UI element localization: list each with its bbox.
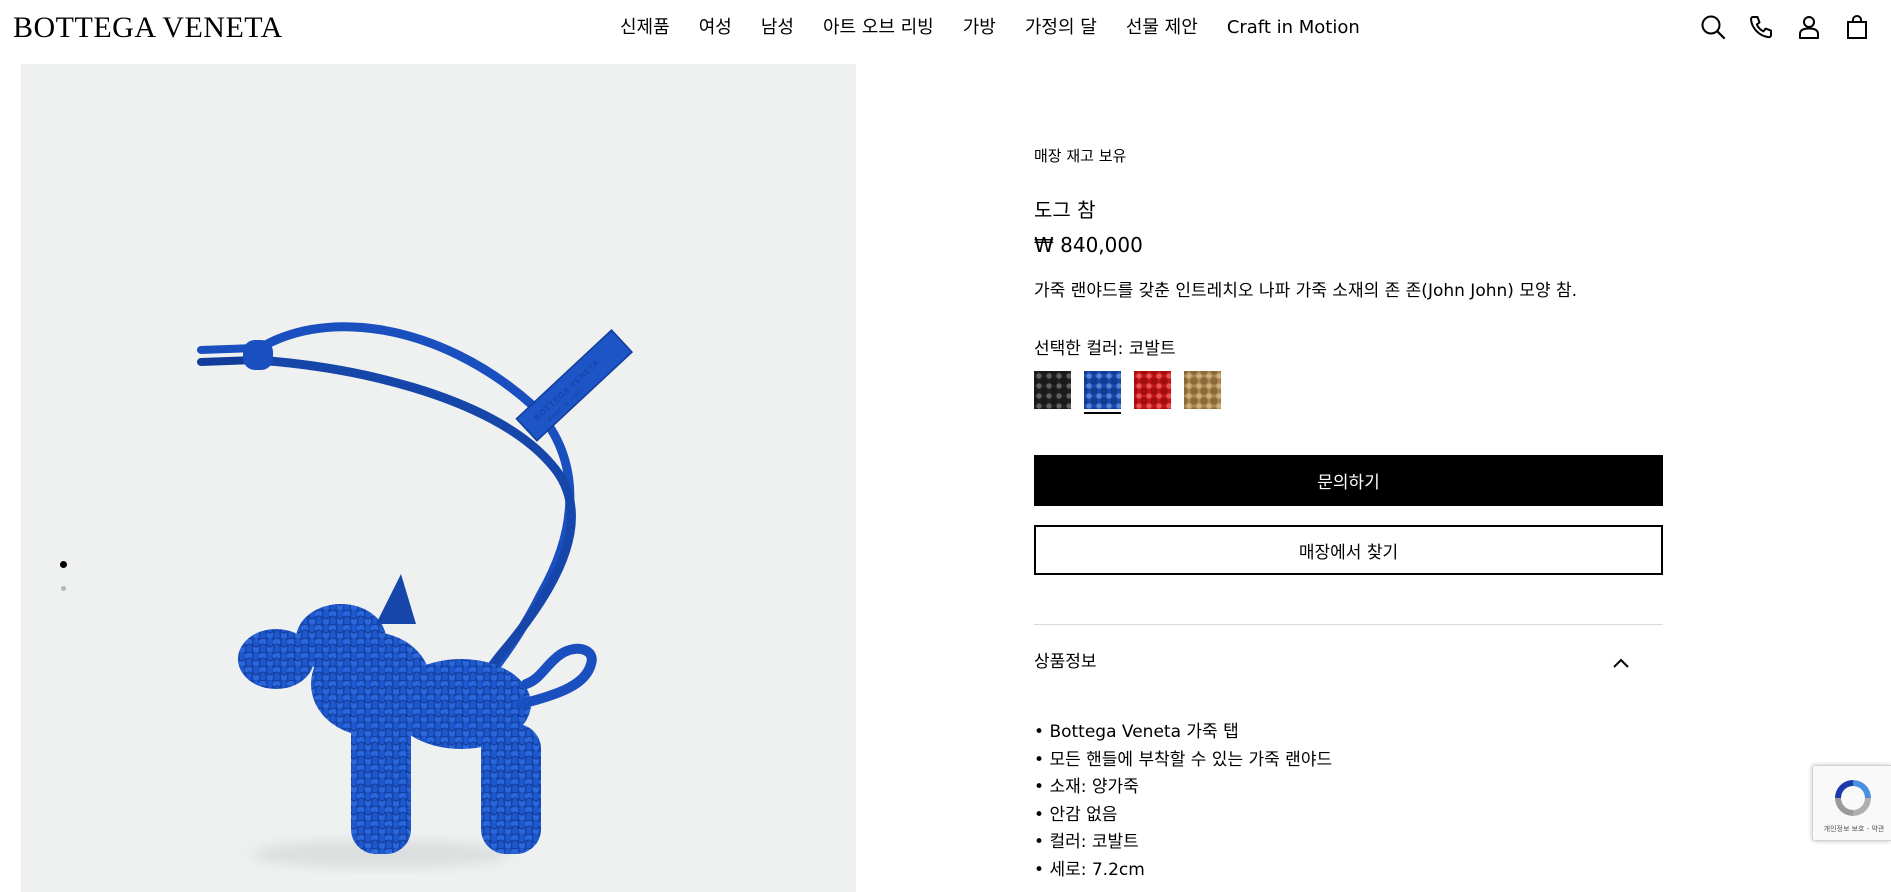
divider: [1034, 624, 1663, 625]
find-in-store-button[interactable]: 매장에서 찾기: [1034, 525, 1663, 575]
recaptcha-badge[interactable]: 개인정보 보호 - 약관: [1812, 765, 1891, 841]
list-item: 세로: 7.2cm: [1034, 857, 1332, 885]
list-item: Bottega Veneta 가죽 탭: [1034, 719, 1332, 747]
inquire-button[interactable]: 문의하기: [1034, 455, 1663, 506]
list-item: 컬러: 코발트: [1034, 829, 1332, 857]
recaptcha-text[interactable]: 개인정보 보호 - 약관: [1817, 824, 1891, 834]
chevron-up-icon[interactable]: [1610, 652, 1632, 674]
account-icon[interactable]: [1795, 13, 1823, 41]
product-title: 도그 참: [1034, 198, 1096, 222]
main-nav: 신제품 여성 남성 아트 오브 리빙 가방 가정의 달 선물 제안 Craft …: [620, 15, 1360, 41]
site-header: BOTTEGA VENETA 신제품 여성 남성 아트 오브 리빙 가방 가정의…: [0, 0, 1891, 56]
dog-charm-illustration: BOTTEGA VENETA MADE IN ITALY: [197, 322, 634, 868]
gallery-dot-active[interactable]: [60, 561, 67, 568]
product-details-list: Bottega Veneta 가죽 탭 모든 핸들에 부착할 수 있는 가죽 랜…: [1034, 719, 1332, 884]
selected-color-label: 선택한 컬러: 코발트: [1034, 339, 1176, 359]
accordion-title: 상품정보: [1034, 652, 1097, 672]
nav-item-craft-in-motion[interactable]: Craft in Motion: [1227, 15, 1360, 41]
recaptcha-icon: [1835, 780, 1871, 816]
shopping-bag-icon[interactable]: [1843, 13, 1871, 41]
product-price: ₩ 840,000: [1034, 233, 1143, 257]
brand-logo[interactable]: BOTTEGA VENETA: [13, 11, 283, 45]
nav-item-men[interactable]: 남성: [761, 15, 794, 41]
list-item: 소재: 양가죽: [1034, 774, 1332, 802]
nav-item-art-of-living[interactable]: 아트 오브 리빙: [823, 15, 934, 41]
product-description: 가죽 랜야드를 갖춘 인트레치오 나파 가죽 소재의 존 존(John John…: [1034, 281, 1578, 301]
color-swatches: [1034, 371, 1234, 416]
nav-item-gifts[interactable]: 선물 제안: [1126, 15, 1198, 41]
nav-item-new[interactable]: 신제품: [620, 15, 670, 41]
list-item: 안감 없음: [1034, 802, 1332, 830]
list-item: 모든 핸들에 부착할 수 있는 가죽 랜야드: [1034, 747, 1332, 775]
swatch-red[interactable]: [1134, 371, 1171, 409]
selected-swatch-indicator: [1084, 412, 1121, 414]
product-details-accordion[interactable]: 상품정보: [1034, 640, 1663, 684]
swatch-black[interactable]: [1034, 371, 1071, 409]
gallery-dot[interactable]: [61, 586, 66, 591]
product-image[interactable]: BOTTEGA VENETA MADE IN ITALY: [21, 64, 856, 892]
search-icon[interactable]: [1699, 13, 1727, 41]
swatch-tan[interactable]: [1184, 371, 1221, 409]
swatch-cobalt[interactable]: [1084, 371, 1121, 409]
nav-item-women[interactable]: 여성: [699, 15, 732, 41]
stock-status: 매장 재고 보유: [1034, 147, 1127, 165]
nav-item-bags[interactable]: 가방: [963, 15, 996, 41]
phone-icon[interactable]: [1747, 13, 1775, 41]
nav-item-family-month[interactable]: 가정의 달: [1025, 15, 1097, 41]
